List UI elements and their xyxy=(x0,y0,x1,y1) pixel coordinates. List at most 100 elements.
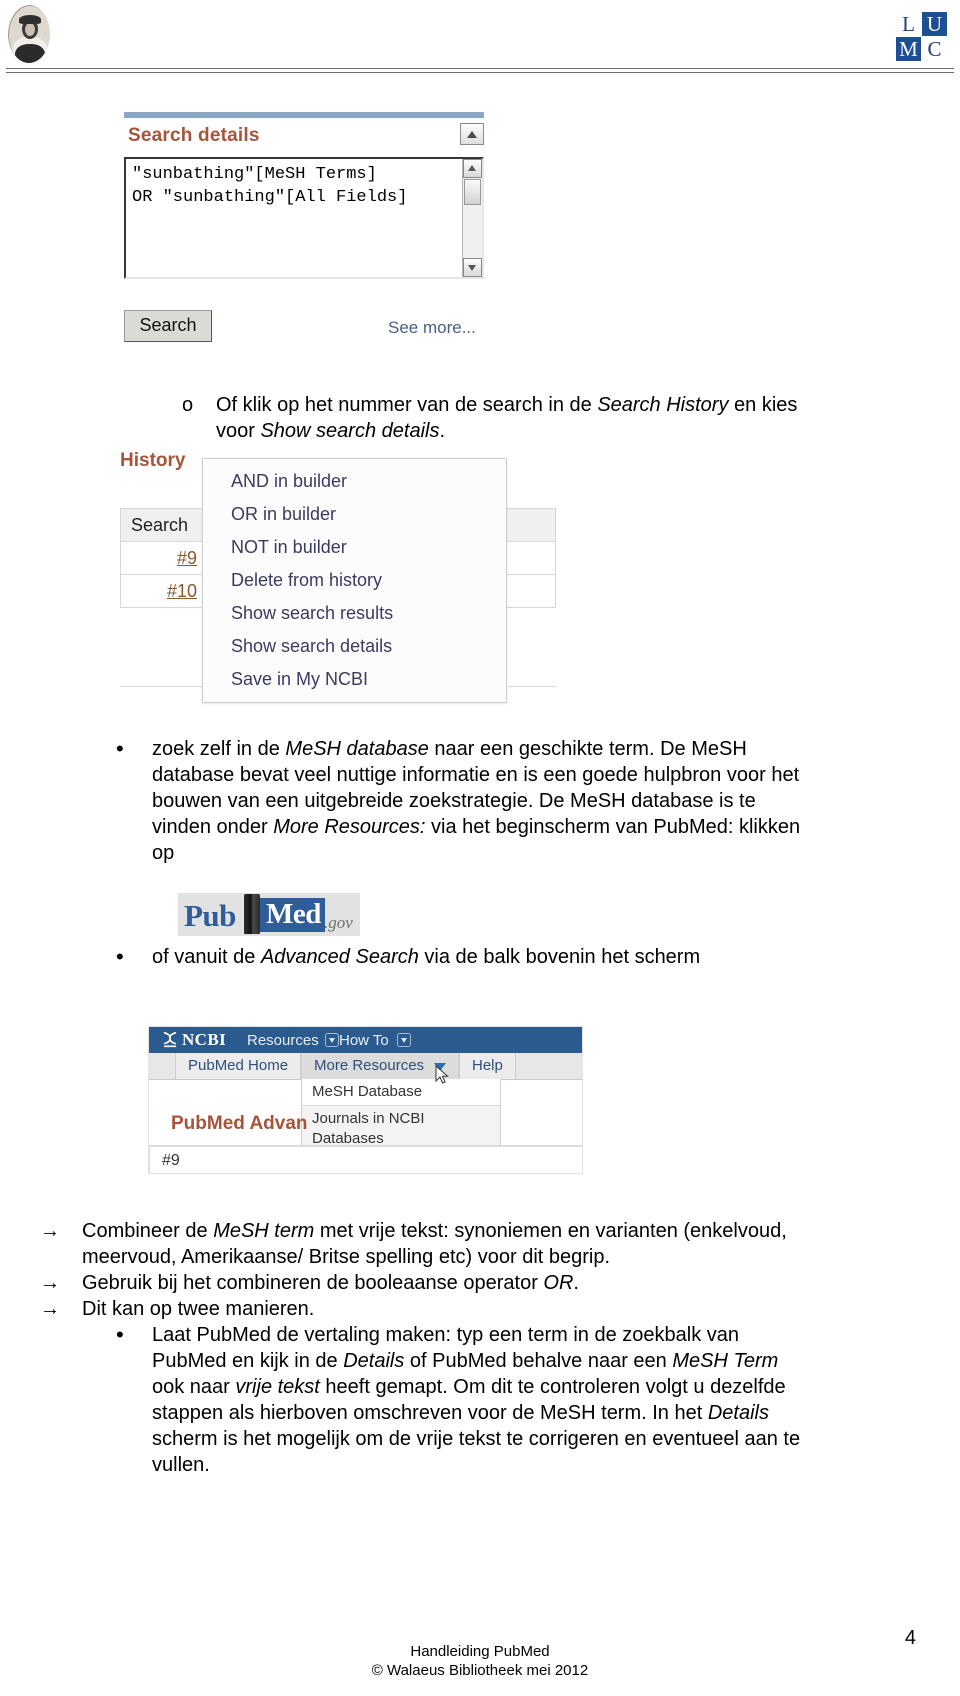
circle-bullet-icon: o xyxy=(182,394,194,416)
menu-item-delete-from-history[interactable]: Delete from history xyxy=(203,564,506,597)
disc-bullet-icon: • xyxy=(116,944,124,969)
chevron-down-icon[interactable] xyxy=(325,1033,339,1047)
lumc-letter-l: L xyxy=(902,12,915,36)
fb-line6: vullen. xyxy=(152,1454,210,1476)
fb-line3-b: heeft gemapt. Om dit te controleren volg… xyxy=(319,1376,786,1398)
fb-line2-b: of PubMed behalve naar een xyxy=(404,1350,673,1372)
tab-pubmed-home[interactable]: PubMed Home xyxy=(175,1053,302,1079)
menu-item-and-in-builder[interactable]: AND in builder xyxy=(203,465,506,498)
mouse-pointer-icon xyxy=(435,1065,449,1084)
menu-item-or-in-builder[interactable]: OR in builder xyxy=(203,498,506,531)
triangle-up-icon xyxy=(467,131,477,138)
mesh-line3: bouwen van een uitgebreide zoekstrategie… xyxy=(152,790,756,812)
arrow-bullet-2: → Gebruik bij het combineren de booleaan… xyxy=(40,1270,920,1296)
mesh-line5: op xyxy=(152,842,175,864)
pubmed-advanced-title: PubMed Advan xyxy=(171,1113,308,1134)
triangle-up-icon xyxy=(468,165,476,171)
ab1-line1-a: Combineer de xyxy=(82,1220,214,1242)
history-row-number[interactable]: #9 xyxy=(121,548,207,569)
footer-copyright: © Walaeus Bibliotheek mei 2012 xyxy=(371,1662,589,1679)
fb-line4-italic: Details xyxy=(707,1402,769,1424)
adv-a: of vanuit de xyxy=(152,946,261,968)
search-query-text: "sunbathing"[MeSH Terms] OR "sunbathing"… xyxy=(132,165,408,207)
search-button[interactable]: Search xyxy=(124,310,212,342)
portrait-face xyxy=(25,23,35,36)
menu-item-save-in-my-ncbi[interactable]: Save in My NCBI xyxy=(203,663,506,696)
ab1-line1-b: met vrije tekst: synoniemen en varianten… xyxy=(314,1220,787,1242)
search-details-title: Search details xyxy=(128,125,260,146)
arrow-right-icon: → xyxy=(40,1220,60,1242)
mesh-line1-a: zoek zelf in de xyxy=(152,738,286,760)
step-o-line1-a: Of klik op het nummer van de search in d… xyxy=(216,394,598,416)
fb-line5: scherm is het mogelijk om de vrije tekst… xyxy=(152,1428,801,1450)
arrow-bullet-2-text: Gebruik bij het combineren de booleaanse… xyxy=(82,1270,920,1296)
chevron-down-icon[interactable] xyxy=(397,1033,411,1047)
open-book-icon xyxy=(244,894,260,934)
portrait-oval-icon xyxy=(8,5,50,63)
lumc-logo: L U M C xyxy=(896,12,948,62)
history-column-header-search: Search xyxy=(131,514,189,535)
arrow-bullet-1-text: Combineer de MeSH term met vrije tekst: … xyxy=(82,1218,920,1270)
tab-more-resources-label: More Resources xyxy=(314,1057,425,1074)
pubmed-logo-image[interactable]: Pub Med .gov xyxy=(178,893,360,936)
nav-link-how-to[interactable]: How To xyxy=(339,1032,389,1049)
ncbi-brand-label: NCBI xyxy=(182,1030,227,1049)
search-details-textarea[interactable]: "sunbathing"[MeSH Terms] OR "sunbathing"… xyxy=(124,157,484,279)
bullet-mesh-text: zoek zelf in de MeSH database naar een g… xyxy=(152,736,916,866)
collapse-panel-button[interactable] xyxy=(460,123,484,145)
adv-italic: Advanced Search xyxy=(260,946,419,968)
page-number: 4 xyxy=(904,1627,916,1649)
search-details-header: Search details xyxy=(124,119,484,155)
menu-item-mesh-database[interactable]: MeSH Database xyxy=(302,1079,500,1106)
pubmed-logo-med-text: Med xyxy=(266,898,321,930)
arrow-bullet-3: → Dit kan op twee manieren. xyxy=(40,1296,920,1322)
footer-title: Handleiding PubMed xyxy=(410,1643,550,1660)
fb-line2-a: PubMed en kijk in de xyxy=(152,1350,344,1372)
fb-line2-italic-2: MeSH Term xyxy=(672,1350,779,1372)
see-more-link[interactable]: See more... xyxy=(388,318,476,338)
step-o-line1-italic: Search History xyxy=(597,394,729,416)
history-row-number[interactable]: #9 xyxy=(162,1152,180,1170)
mesh-line4-italic: More Resources: xyxy=(273,816,426,838)
scroll-down-button[interactable] xyxy=(463,258,482,277)
portrait-body xyxy=(15,44,45,63)
pubmed-tab-bar: PubMed Home More Resources Help xyxy=(149,1053,582,1080)
mesh-line1-b: naar een geschikte term. De MeSH xyxy=(428,738,747,760)
mesh-line1-italic: MeSH database xyxy=(285,738,429,760)
fb-line3-italic: vrije tekst xyxy=(235,1376,320,1398)
menu-item-show-search-details[interactable]: Show search details xyxy=(203,630,506,663)
history-title: History xyxy=(120,450,186,471)
textarea-scrollbar[interactable] xyxy=(462,159,482,277)
history-row-number[interactable]: #10 xyxy=(121,581,207,602)
scroll-up-button[interactable] xyxy=(463,159,482,178)
history-context-menu: AND in builder OR in builder NOT in buil… xyxy=(202,458,507,703)
ab1-line1-italic: MeSH term xyxy=(213,1220,315,1242)
step-o-text: Of klik op het nummer van de search in d… xyxy=(216,392,902,444)
pubmed-logo-med-box: Med xyxy=(260,898,325,932)
bullet-advanced-text: of vanuit de Advanced Search via de balk… xyxy=(152,944,916,970)
bullet-advanced-search: • of vanuit de Advanced Search via de ba… xyxy=(116,944,916,970)
page-header: L U M C xyxy=(0,0,960,73)
arrow-right-icon: → xyxy=(40,1298,60,1320)
table-row: #9 xyxy=(149,1146,582,1173)
ab1-line2: meervoud, Amerikaanse/ Britse spelling e… xyxy=(82,1246,611,1268)
arrow-bullet-1: → Combineer de MeSH term met vrije tekst… xyxy=(40,1218,920,1270)
step-o-bullet: o Of klik op het nummer van de search in… xyxy=(182,392,902,444)
ncbi-navbar-screenshot: NCBI Resources How To PubMed Home More R… xyxy=(148,1026,583,1174)
portrait-hat xyxy=(19,15,41,24)
fb-line4-a: stappen als hierboven omschreven voor de… xyxy=(152,1402,708,1424)
adv-b: via de balk bovenin het scherm xyxy=(418,946,701,968)
menu-item-not-in-builder[interactable]: NOT in builder xyxy=(203,531,506,564)
lumc-letter-c: C xyxy=(927,37,942,61)
header-divider xyxy=(6,68,954,73)
fb-line1: Laat PubMed de vertaling maken: typ een … xyxy=(152,1324,740,1346)
disc-bullet-icon: • xyxy=(116,1322,124,1347)
ncbi-top-bar: NCBI Resources How To xyxy=(149,1027,582,1053)
scrollbar-thumb[interactable] xyxy=(464,179,481,205)
nav-link-resources[interactable]: Resources xyxy=(247,1032,319,1049)
dna-helix-icon xyxy=(163,1031,177,1048)
advanced-history-area: #9 xyxy=(149,1145,582,1173)
tab-help[interactable]: Help xyxy=(459,1053,516,1079)
menu-item-show-search-results[interactable]: Show search results xyxy=(203,597,506,630)
ab2-line1-italic: OR xyxy=(543,1272,574,1294)
